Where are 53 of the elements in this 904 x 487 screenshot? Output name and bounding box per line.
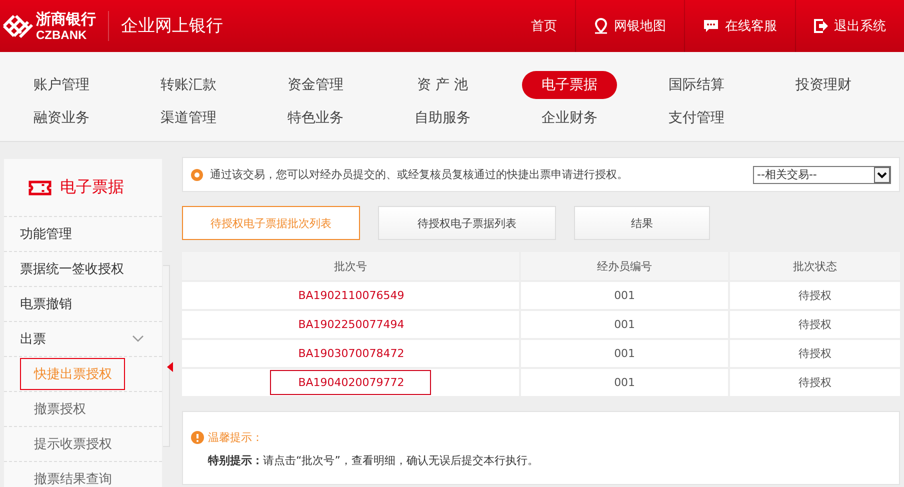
menu-item[interactable]: 转账汇款 [141, 70, 236, 98]
tips-title: 温馨提示： [208, 430, 263, 445]
pointer-icon [167, 362, 173, 372]
menu-item[interactable]: 特色业务 [268, 104, 363, 132]
menu-item[interactable]: 企业财务 [522, 104, 617, 132]
table-cell: 001 [519, 369, 728, 396]
menu-item[interactable]: 国际结算 [649, 70, 744, 98]
sidebar-item[interactable]: 功能管理 [4, 216, 162, 251]
logo-name: 浙商银行 [36, 12, 96, 26]
column-header: 经办员编号 [519, 252, 728, 280]
sidebar-subitem[interactable]: 提示收票授权 [20, 428, 125, 460]
table-cell: 001 [519, 282, 728, 309]
menu-item[interactable]: 渠道管理 [141, 104, 236, 132]
chevron-icon [132, 335, 144, 343]
menu-item[interactable]: 投资理财 [776, 70, 871, 98]
ticket-icon [28, 180, 52, 196]
column-header: 批次号 [182, 252, 520, 280]
sidebar-collapse-handle[interactable] [163, 265, 170, 447]
table-cell: 001 [519, 311, 728, 338]
column-header: 批次状态 [728, 252, 900, 280]
menu-item[interactable]: 资金管理 [268, 70, 363, 98]
menu-item[interactable]: 支付管理 [649, 104, 744, 132]
menu-item[interactable]: 融资业务 [14, 104, 109, 132]
table-cell: 待授权 [728, 282, 900, 309]
chat-icon [703, 18, 719, 34]
table-cell: 待授权 [728, 340, 900, 367]
exit-icon [814, 19, 828, 33]
sidebar-item[interactable]: 票据统一签收授权 [4, 251, 162, 286]
map-pin-icon [594, 18, 608, 34]
menu-item[interactable]: 自助服务 [395, 104, 490, 132]
bulb-icon [191, 168, 203, 180]
sidebar-subitem[interactable]: 撤票结果查询 [20, 463, 125, 487]
warning-icon [191, 431, 204, 444]
tips-text: 特别提示：请点击“批次号”，查看明细，确认无误后提交本行执行。 [208, 453, 540, 468]
tab[interactable]: 待授权电子票据列表 [378, 206, 556, 240]
menu-item[interactable]: 资 产 池 [395, 70, 490, 98]
header-link[interactable]: 首页 [513, 0, 575, 52]
notice-text: 通过该交易，您可以对经办员提交的、或经复核员复核通过的快捷出票申请进行授权。 [210, 167, 629, 182]
system-title: 企业网上银行 [108, 11, 223, 41]
table-cell: 待授权 [728, 311, 900, 338]
logo-subname: CZBANK [36, 28, 88, 40]
table-cell: 待授权 [728, 369, 900, 396]
dropdown-icon [874, 166, 890, 182]
sidebar-subitem[interactable]: 撤票授权 [20, 393, 99, 425]
table-cell: 001 [519, 340, 728, 367]
sidebar-title: 电子票据 [60, 177, 124, 198]
tab[interactable]: 结果 [574, 206, 710, 240]
batch-link[interactable]: BA1904020079772 [270, 370, 432, 395]
sidebar-item[interactable]: 出票 [4, 321, 162, 356]
sidebar-item[interactable]: 电票撤销 [4, 286, 162, 321]
menu-item[interactable]: 账户管理 [14, 70, 109, 98]
related-transaction-select[interactable]: --相关交易-- [753, 166, 891, 184]
menu-item[interactable]: 电子票据 [522, 70, 617, 98]
